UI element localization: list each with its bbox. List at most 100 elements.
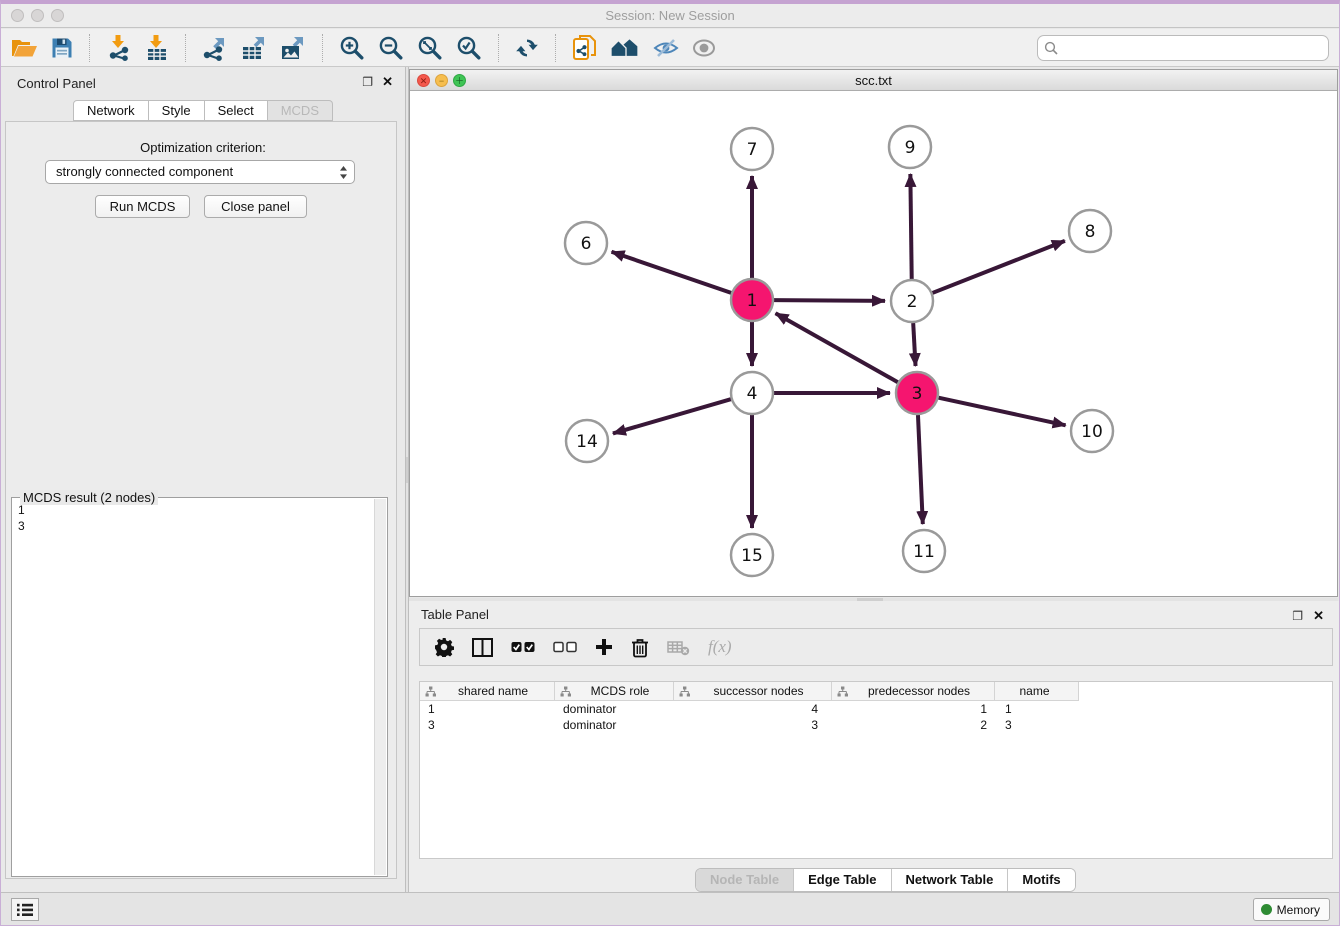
control-panel-close-button[interactable]: ✕ xyxy=(382,75,393,88)
table-cell[interactable]: dominator xyxy=(555,717,674,733)
node-4[interactable]: 4 xyxy=(731,372,773,414)
hide-details-button[interactable] xyxy=(653,33,679,63)
copy-network-button[interactable] xyxy=(572,33,597,63)
column-header-shared-name[interactable]: shared name xyxy=(420,682,555,701)
select-all-button[interactable] xyxy=(511,632,535,662)
table-cell[interactable]: 1 xyxy=(995,701,1079,717)
table-panel-close-button[interactable]: ✕ xyxy=(1313,609,1324,622)
import-network-button[interactable] xyxy=(106,33,132,63)
search-input[interactable] xyxy=(1037,35,1329,61)
app-window: Session: New Session xyxy=(0,0,1340,926)
network-frame-titlebar[interactable]: ✕ − ＋ scc.txt xyxy=(410,70,1337,91)
run-mcds-button[interactable]: Run MCDS xyxy=(95,195,190,218)
node-label: 3 xyxy=(912,384,923,404)
node-11[interactable]: 11 xyxy=(903,530,945,572)
close-panel-button[interactable]: Close panel xyxy=(204,195,307,218)
edge-1-6[interactable] xyxy=(612,252,732,293)
control-panel-title: Control Panel xyxy=(17,76,96,91)
eye-icon xyxy=(692,38,716,58)
table-cell[interactable]: 2 xyxy=(832,717,995,733)
zoom-selected-button[interactable] xyxy=(456,33,482,63)
node-14[interactable]: 14 xyxy=(566,420,608,462)
tab-edge-table[interactable]: Edge Table xyxy=(794,869,891,891)
delete-table-icon xyxy=(667,639,690,656)
export-image-button[interactable] xyxy=(280,33,306,63)
table-row[interactable]: 3dominator323 xyxy=(420,717,1332,733)
node-9[interactable]: 9 xyxy=(889,126,931,168)
save-session-button[interactable] xyxy=(51,33,73,63)
table-cell[interactable]: 1 xyxy=(832,701,995,717)
toolbar-separator xyxy=(322,34,323,62)
refresh-layout-button[interactable] xyxy=(515,33,539,63)
node-8[interactable]: 8 xyxy=(1069,210,1111,252)
node-7[interactable]: 7 xyxy=(731,128,773,170)
open-session-button[interactable] xyxy=(11,33,38,63)
table-header-row: shared name MCDS role successor nodes pr… xyxy=(420,682,1332,701)
table-cell[interactable]: 4 xyxy=(674,701,832,717)
node-10[interactable]: 10 xyxy=(1071,410,1113,452)
column-header-predecessor-nodes[interactable]: predecessor nodes xyxy=(832,682,995,701)
column-header-name[interactable]: name xyxy=(995,682,1079,701)
node-6[interactable]: 6 xyxy=(565,222,607,264)
edge-3-1[interactable] xyxy=(776,313,898,382)
show-details-button[interactable] xyxy=(692,33,716,63)
node-15[interactable]: 15 xyxy=(731,534,773,576)
table-cell[interactable]: 3 xyxy=(674,717,832,733)
criterion-select[interactable]: strongly connected component xyxy=(45,160,355,184)
zoom-out-button[interactable] xyxy=(378,33,404,63)
task-history-button[interactable] xyxy=(11,898,39,921)
import-table-button[interactable] xyxy=(145,33,169,63)
split-view-icon xyxy=(472,638,493,657)
control-panel-float-button[interactable]: ❐ xyxy=(362,76,373,88)
column-header-mcds-role[interactable]: MCDS role xyxy=(555,682,674,701)
delete-table-button[interactable] xyxy=(667,632,690,662)
node-2[interactable]: 2 xyxy=(891,280,933,322)
tab-mcds[interactable]: MCDS xyxy=(268,100,333,121)
node-3[interactable]: 3 xyxy=(896,372,938,414)
table-settings-button[interactable] xyxy=(434,632,454,662)
tab-select[interactable]: Select xyxy=(205,100,268,121)
add-column-button[interactable] xyxy=(595,632,613,662)
export-table-button[interactable] xyxy=(241,33,267,63)
window-title: Session: New Session xyxy=(1,8,1339,23)
tab-network-table[interactable]: Network Table xyxy=(892,869,1009,891)
mcds-result-text[interactable]: 1 3 xyxy=(12,500,373,876)
criterion-value: strongly connected component xyxy=(56,164,233,179)
table-row[interactable]: 1dominator411 xyxy=(420,701,1332,717)
splitter-handle[interactable] xyxy=(406,457,408,483)
column-header-successor-nodes[interactable]: successor nodes xyxy=(674,682,832,701)
plus-icon xyxy=(595,638,613,656)
table-cell[interactable]: dominator xyxy=(555,701,674,717)
export-network-button[interactable] xyxy=(202,33,228,63)
edge-3-10[interactable] xyxy=(938,398,1065,426)
edge-3-11[interactable] xyxy=(918,415,923,524)
zoom-in-button[interactable] xyxy=(339,33,365,63)
home-button[interactable] xyxy=(610,33,640,63)
function-builder-button[interactable]: f(x) xyxy=(708,632,732,662)
deselect-all-button[interactable] xyxy=(553,632,577,662)
list-icon xyxy=(16,903,34,917)
table-cell[interactable]: 1 xyxy=(420,701,555,717)
network-view[interactable]: 7 9 6 8 1 2 4 3 14 10 15 11 xyxy=(410,91,1337,596)
tab-network[interactable]: Network xyxy=(73,100,149,121)
table-cell[interactable]: 3 xyxy=(995,717,1079,733)
table-cell[interactable]: 3 xyxy=(420,717,555,733)
edge-1-2[interactable] xyxy=(774,300,885,301)
edge-2-9[interactable] xyxy=(910,174,911,279)
delete-column-button[interactable] xyxy=(631,632,649,662)
split-view-button[interactable] xyxy=(472,632,493,662)
zoom-fit-button[interactable] xyxy=(417,33,443,63)
result-scrollbar[interactable] xyxy=(374,499,386,875)
node-1[interactable]: 1 xyxy=(731,279,773,321)
tab-style[interactable]: Style xyxy=(149,100,205,121)
table-panel-float-button[interactable]: ❐ xyxy=(1292,610,1303,622)
tab-node-table[interactable]: Node Table xyxy=(696,869,794,891)
attribute-tree-icon xyxy=(679,686,690,697)
edge-2-8[interactable] xyxy=(932,241,1064,293)
edge-2-3[interactable] xyxy=(913,323,915,366)
edge-4-14[interactable] xyxy=(613,399,731,433)
fx-icon: f(x) xyxy=(708,637,732,657)
memory-button[interactable]: Memory xyxy=(1253,898,1330,921)
tab-motifs[interactable]: Motifs xyxy=(1008,869,1074,891)
table-rows: 1dominator4113dominator323 xyxy=(420,701,1332,733)
